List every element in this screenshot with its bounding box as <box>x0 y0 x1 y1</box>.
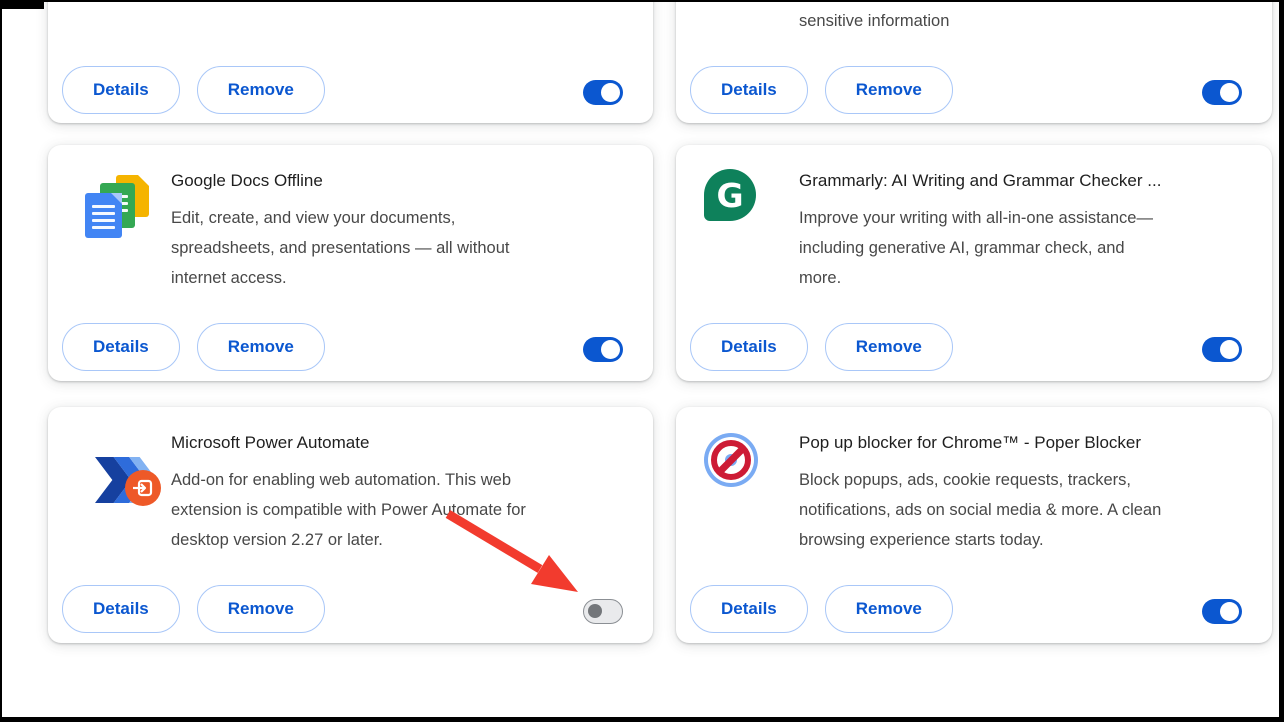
screenshot-border-top <box>0 0 1284 2</box>
toggle-knob <box>601 340 620 359</box>
extension-title: Microsoft Power Automate <box>171 433 641 453</box>
remove-button[interactable]: Remove <box>825 323 953 371</box>
details-button[interactable]: Details <box>62 585 180 633</box>
poper-blocker-icon <box>704 433 758 487</box>
details-button[interactable]: Details <box>690 585 808 633</box>
grammarly-icon: G <box>704 169 756 221</box>
card-actions: Details Remove <box>62 66 325 114</box>
extension-title: Grammarly: AI Writing and Grammar Checke… <box>799 171 1260 191</box>
extension-card-google-docs-offline: Google Docs Offline Edit, create, and vie… <box>48 145 653 381</box>
details-button[interactable]: Details <box>690 66 808 114</box>
remove-button[interactable]: Remove <box>197 323 325 371</box>
description-line: more. <box>799 263 1262 293</box>
card-actions: Details Remove <box>690 323 953 371</box>
description-line: sensitive information <box>799 6 1262 36</box>
extension-enabled-toggle[interactable] <box>1202 599 1242 624</box>
remove-button[interactable]: Remove <box>197 66 325 114</box>
extension-enabled-toggle[interactable] <box>583 337 623 362</box>
description-line: Improve your writing with all-in-one ass… <box>799 203 1262 233</box>
description-line: Edit, create, and view your documents, <box>171 203 643 233</box>
toggle-knob <box>601 83 620 102</box>
remove-button[interactable]: Remove <box>825 585 953 633</box>
extension-description: Block popups, ads, cookie requests, trac… <box>799 465 1262 555</box>
description-line: browsing experience starts today. <box>799 525 1262 555</box>
screenshot-border-right <box>1279 0 1284 722</box>
toggle-knob <box>588 604 602 618</box>
card-actions: Details Remove <box>62 585 325 633</box>
description-line: internet access. <box>171 263 643 293</box>
details-button[interactable]: Details <box>62 323 180 371</box>
description-line: Add-on for enabling web automation. This… <box>171 465 643 495</box>
open-in-badge-icon <box>125 470 161 506</box>
description-line: spreadsheets, and presentations — all wi… <box>171 233 643 263</box>
remove-button[interactable]: Remove <box>197 585 325 633</box>
screenshot-border-bottom <box>0 717 1284 722</box>
card-actions: Details Remove <box>690 585 953 633</box>
google-docs-offline-icon <box>85 175 152 238</box>
power-automate-icon <box>95 452 161 508</box>
chrome-extensions-page: Details Remove your payments, passwords, (… <box>0 0 1284 722</box>
extension-card-poper-blocker: Pop up blocker for Chrome™ - Poper Block… <box>676 407 1272 643</box>
remove-button[interactable]: Remove <box>825 66 953 114</box>
blue-doc-shape <box>85 193 122 238</box>
extension-card-unknown-extension-top-right: your payments, passwords, (privacy),sens… <box>676 0 1272 123</box>
extension-enabled-toggle[interactable] <box>583 80 623 105</box>
extension-description: Edit, create, and view your documents,sp… <box>171 203 643 293</box>
screenshot-border-left <box>0 0 2 722</box>
extension-description: Improve your writing with all-in-one ass… <box>799 203 1262 293</box>
details-button[interactable]: Details <box>62 66 180 114</box>
toggle-knob <box>1220 340 1239 359</box>
extension-card-grammarly: G Grammarly: AI Writing and Grammar Check… <box>676 145 1272 381</box>
description-line: Block popups, ads, cookie requests, trac… <box>799 465 1262 495</box>
extension-title: Google Docs Offline <box>171 171 641 191</box>
details-button[interactable]: Details <box>690 323 808 371</box>
extension-description: your payments, passwords, (privacy),sens… <box>799 0 1262 36</box>
extension-enabled-toggle[interactable] <box>1202 337 1242 362</box>
extension-card-unknown-extension-top-left: Details Remove <box>48 0 653 123</box>
screenshot-border-notch <box>0 0 44 9</box>
extension-description: Add-on for enabling web automation. This… <box>171 465 643 555</box>
description-line: including generative AI, grammar check, … <box>799 233 1262 263</box>
description-line: desktop version 2.27 or later. <box>171 525 643 555</box>
card-actions: Details Remove <box>62 323 325 371</box>
extension-enabled-toggle[interactable] <box>583 599 623 624</box>
extension-enabled-toggle[interactable] <box>1202 80 1242 105</box>
extension-title: Pop up blocker for Chrome™ - Poper Block… <box>799 433 1260 453</box>
extension-card-microsoft-power-automate: Microsoft Power Automate Add-on for enabl… <box>48 407 653 643</box>
card-actions: Details Remove <box>690 66 953 114</box>
description-line: notifications, ads on social media & mor… <box>799 495 1262 525</box>
toggle-knob <box>1220 602 1239 621</box>
toggle-knob <box>1220 83 1239 102</box>
description-line: extension is compatible with Power Autom… <box>171 495 643 525</box>
